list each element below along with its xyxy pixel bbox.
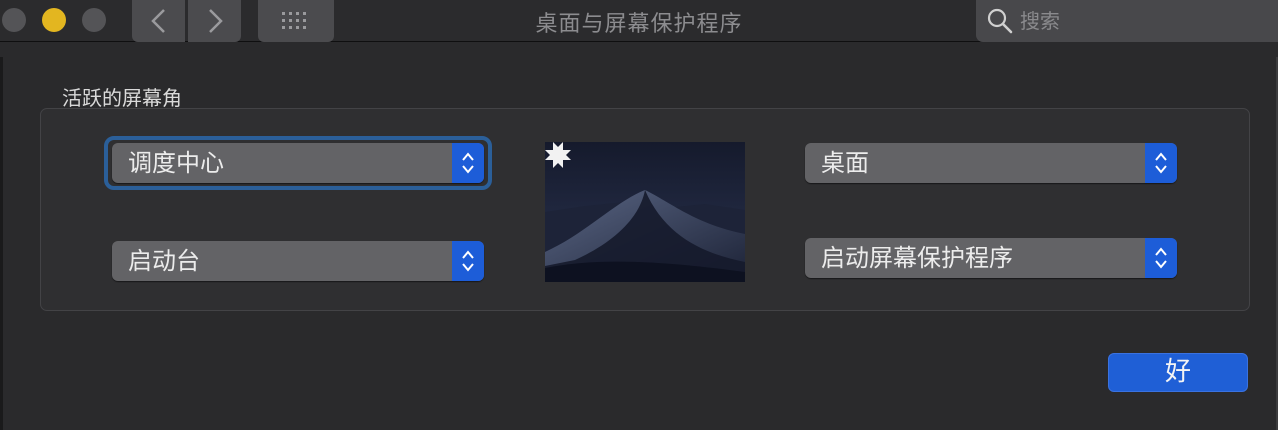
search-input[interactable]	[1020, 9, 1270, 33]
popup-value: 桌面	[821, 149, 869, 177]
desert-wallpaper-image	[545, 142, 745, 282]
top-right-corner-popup[interactable]: 桌面	[805, 143, 1177, 183]
group-label: 活跃的屏幕角	[62, 86, 182, 110]
up-down-chevron-icon	[1145, 238, 1177, 278]
top-left-corner-popup[interactable]: 调度中心	[112, 143, 484, 183]
popup-value: 调度中心	[128, 149, 224, 177]
bottom-left-corner-popup[interactable]: 启动台	[112, 241, 484, 281]
window-edge	[0, 57, 3, 430]
title-bar: 桌面与屏幕保护程序	[0, 0, 1278, 42]
search-field[interactable]	[976, 0, 1278, 42]
popup-value: 启动台	[128, 247, 200, 275]
up-down-chevron-icon	[452, 241, 484, 281]
corner-bottom-right-icon	[545, 142, 563, 160]
bottom-right-corner-popup[interactable]: 启动屏幕保护程序	[805, 238, 1177, 278]
ok-button[interactable]: 好	[1108, 353, 1248, 392]
popup-value: 启动屏幕保护程序	[821, 244, 1013, 272]
desktop-preview	[545, 142, 745, 282]
up-down-chevron-icon	[1145, 143, 1177, 183]
search-icon	[987, 8, 1013, 34]
up-down-chevron-icon	[452, 143, 484, 183]
